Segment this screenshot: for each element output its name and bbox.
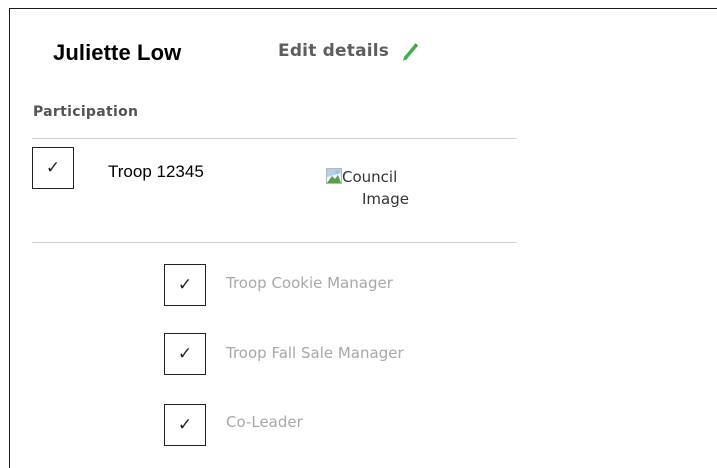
checkmark-icon: ✓ — [177, 415, 193, 435]
council-image-alt-line2: Image — [362, 190, 409, 208]
edit-details-link[interactable]: Edit details — [278, 40, 421, 62]
content-panel — [9, 8, 717, 468]
checkmark-icon: ✓ — [177, 275, 193, 295]
role-label-co-leader: Co-Leader — [226, 413, 303, 431]
role-checkbox-co-leader[interactable]: ✓ — [164, 404, 206, 446]
checkmark-icon: ✓ — [177, 344, 193, 364]
troop-checkbox[interactable]: ✓ — [32, 147, 74, 189]
role-checkbox-cookie-manager[interactable]: ✓ — [164, 264, 206, 306]
edit-details-label: Edit details — [278, 41, 390, 61]
section-divider — [32, 242, 517, 243]
participation-heading: Participation — [33, 104, 139, 120]
role-label-fall-sale-manager: Troop Fall Sale Manager — [226, 344, 404, 362]
member-name: Juliette Low — [53, 40, 182, 65]
role-label-cookie-manager: Troop Cookie Manager — [226, 274, 393, 292]
troop-name: Troop 12345 — [108, 162, 204, 181]
council-image: Council Image — [326, 166, 456, 210]
checkmark-icon: ✓ — [45, 158, 61, 178]
broken-image-icon — [326, 168, 342, 184]
role-checkbox-fall-sale-manager[interactable]: ✓ — [164, 333, 206, 375]
council-image-alt-line1: Council — [342, 168, 398, 186]
section-divider — [32, 138, 517, 139]
pencil-icon — [399, 40, 421, 62]
